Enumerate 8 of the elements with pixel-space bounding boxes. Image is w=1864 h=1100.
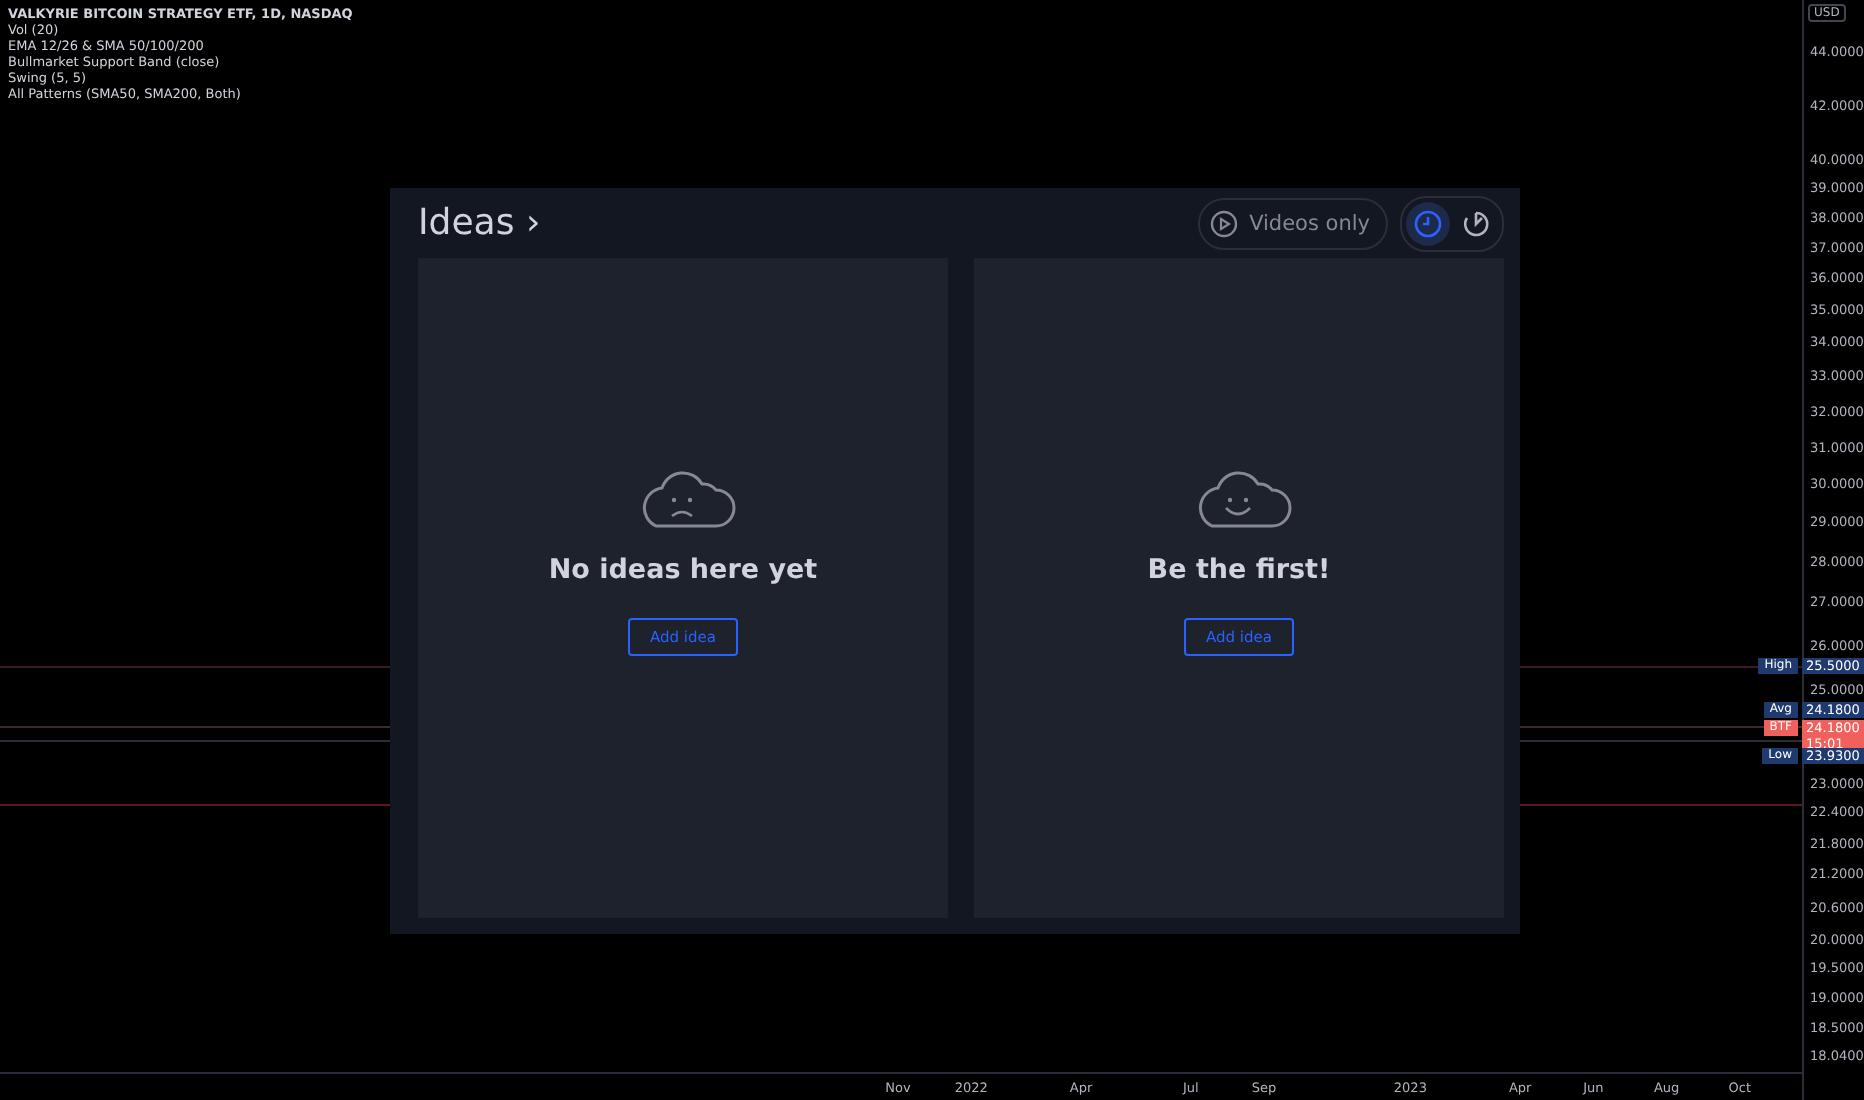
empty-message: Be the first! <box>1147 554 1331 586</box>
ideas-title[interactable]: Ideas › <box>418 202 1198 244</box>
clock-icon <box>1414 209 1442 237</box>
empty-message: No ideas here yet <box>548 554 818 586</box>
play-icon <box>1209 209 1238 237</box>
pie-chart-icon <box>1462 209 1490 237</box>
sort-toggle[interactable] <box>1406 201 1450 245</box>
videos-only-button[interactable]: Videos only <box>1197 197 1388 249</box>
